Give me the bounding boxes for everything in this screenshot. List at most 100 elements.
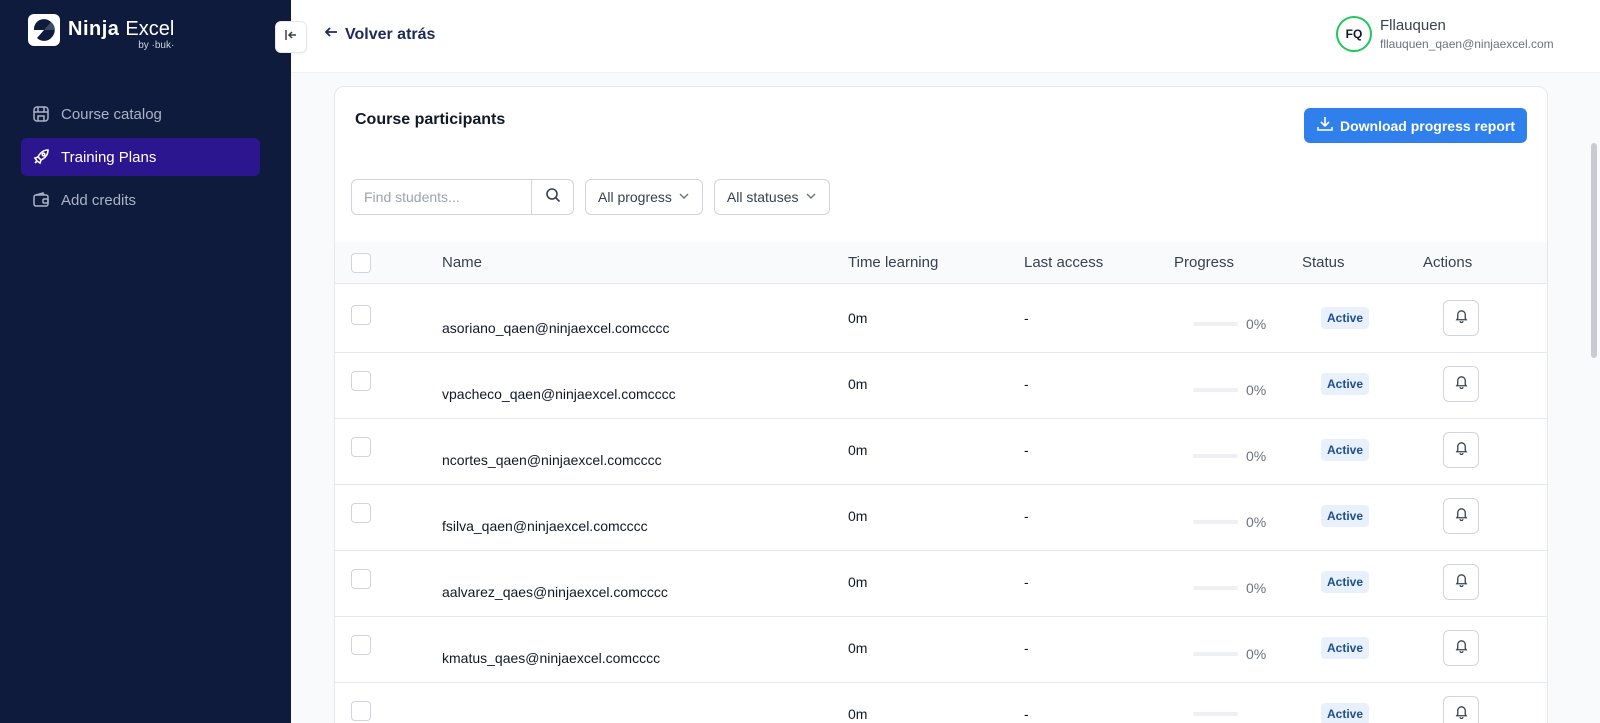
progress-bar <box>1193 712 1238 716</box>
last-access: - <box>1024 508 1029 524</box>
filters-bar: Find students... All progress All status… <box>351 179 830 215</box>
column-status[interactable]: Status <box>1302 254 1345 271</box>
progress-bar <box>1193 388 1238 392</box>
notify-button[interactable] <box>1443 498 1479 534</box>
sidebar-item-label: Add credits <box>61 191 137 209</box>
sidebar-item-add-credits[interactable]: Add credits <box>21 181 260 219</box>
progress-percent: 0% <box>1246 580 1267 596</box>
row-checkbox[interactable] <box>351 503 371 523</box>
bell-icon <box>1454 506 1469 526</box>
last-access: - <box>1024 640 1029 656</box>
table-header: Name Time learning Last access Progress … <box>335 242 1547 284</box>
scrollbar[interactable] <box>1591 143 1597 358</box>
row-checkbox[interactable] <box>351 305 371 325</box>
notify-button[interactable] <box>1443 564 1479 600</box>
progress-indicator: 0% <box>1193 448 1266 464</box>
bell-icon <box>1454 704 1469 723</box>
status-badge: Active <box>1321 505 1370 527</box>
table-row: 0m - Active <box>335 681 1547 723</box>
search-icon <box>545 187 561 208</box>
sidebar-item-course-catalog[interactable]: Course catalog <box>21 95 260 133</box>
progress-indicator: 0% <box>1193 514 1266 530</box>
row-checkbox[interactable] <box>351 437 371 457</box>
store-icon <box>31 104 51 124</box>
status-badge: Active <box>1321 637 1370 659</box>
top-header: Volver atrás FQ Fllauquen fllauquen_qaen… <box>291 0 1600 73</box>
row-checkbox[interactable] <box>351 569 371 589</box>
sidebar-item-training-plans[interactable]: Training Plans <box>21 138 260 176</box>
progress-indicator: 0% <box>1193 382 1266 398</box>
column-progress[interactable]: Progress <box>1174 254 1234 271</box>
time-learning: 0m <box>848 706 868 722</box>
student-email[interactable]: aalvarez_qaes@ninjaexcel.comcccc <box>442 584 668 600</box>
row-checkbox[interactable] <box>351 635 371 655</box>
ninja-logo-icon <box>28 14 60 46</box>
row-checkbox[interactable] <box>351 371 371 391</box>
column-last-access[interactable]: Last access <box>1024 254 1103 271</box>
sidebar-nav: Course catalog Training Plans Add credit… <box>21 95 260 224</box>
time-learning: 0m <box>848 310 868 326</box>
status-badge: Active <box>1321 373 1370 395</box>
student-email[interactable]: ncortes_qaen@ninjaexcel.comcccc <box>442 452 662 468</box>
time-learning: 0m <box>848 508 868 524</box>
progress-indicator <box>1193 712 1246 716</box>
status-filter-select[interactable]: All statuses <box>713 179 830 215</box>
participants-card: Course participants Download progress re… <box>334 86 1548 723</box>
student-email[interactable]: fsilva_qaen@ninjaexcel.comcccc <box>442 518 648 534</box>
bell-icon <box>1454 374 1469 394</box>
progress-percent: 0% <box>1246 514 1267 530</box>
back-link[interactable]: Volver atrás <box>323 24 435 45</box>
notify-button[interactable] <box>1443 696 1479 723</box>
status-badge: Active <box>1321 439 1370 461</box>
collapse-icon <box>284 28 298 47</box>
last-access: - <box>1024 376 1029 392</box>
notify-button[interactable] <box>1443 630 1479 666</box>
status-badge: Active <box>1321 571 1370 593</box>
time-learning: 0m <box>848 376 868 392</box>
student-email[interactable]: vpacheco_qaen@ninjaexcel.comcccc <box>442 386 676 402</box>
student-email[interactable]: kmatus_qaes@ninjaexcel.comcccc <box>442 650 660 666</box>
last-access: - <box>1024 706 1029 722</box>
time-learning: 0m <box>848 640 868 656</box>
notify-button[interactable] <box>1443 366 1479 402</box>
brand-logo[interactable]: Ninja Excel by ·buk· <box>28 14 174 51</box>
sidebar-item-label: Course catalog <box>61 105 162 123</box>
search-input[interactable]: Find students... <box>352 180 531 214</box>
row-checkbox[interactable] <box>351 701 371 721</box>
student-email[interactable]: asoriano_qaen@ninjaexcel.comcccc <box>442 320 669 336</box>
progress-percent: 0% <box>1246 646 1267 662</box>
select-all-checkbox[interactable] <box>351 253 371 273</box>
progress-bar <box>1193 520 1238 524</box>
column-name[interactable]: Name <box>442 254 482 271</box>
table-row: ncortes_qaen@ninjaexcel.comcccc 0m - 0% Acti… <box>335 417 1547 485</box>
user-email: fllauquen_qaen@ninjaexcel.com <box>1380 37 1554 51</box>
table-row: vpacheco_qaen@ninjaexcel.comcccc 0m - 0% Act… <box>335 351 1547 419</box>
bell-icon <box>1454 638 1469 658</box>
user-menu[interactable]: FQ Fllauquen fllauquen_qaen@ninjaexcel.c… <box>1336 16 1554 52</box>
progress-bar <box>1193 322 1238 326</box>
progress-percent: 0% <box>1246 382 1267 398</box>
progress-percent: 0% <box>1246 316 1267 332</box>
avatar: FQ <box>1336 16 1372 52</box>
brand-name-bold: Ninja <box>68 18 120 40</box>
bell-icon <box>1454 308 1469 328</box>
wallet-icon <box>31 190 51 210</box>
progress-indicator: 0% <box>1193 580 1266 596</box>
download-progress-report-button[interactable]: Download progress report <box>1303 108 1527 143</box>
page-title: Course participants <box>355 111 506 128</box>
progress-indicator: 0% <box>1193 646 1266 662</box>
table-row: fsilva_qaen@ninjaexcel.comcccc 0m - 0% Activ… <box>335 483 1547 551</box>
notify-button[interactable] <box>1443 432 1479 468</box>
last-access: - <box>1024 310 1029 326</box>
download-icon <box>1316 115 1334 136</box>
notify-button[interactable] <box>1443 300 1479 336</box>
download-label: Download progress report <box>1339 117 1515 134</box>
search-button[interactable] <box>531 180 573 214</box>
progress-filter-select[interactable]: All progress <box>585 179 703 215</box>
progress-indicator: 0% <box>1193 316 1266 332</box>
bell-icon <box>1454 440 1469 460</box>
progress-percent: 0% <box>1246 448 1267 464</box>
time-learning: 0m <box>848 442 868 458</box>
column-time-learning[interactable]: Time learning <box>848 254 938 271</box>
collapse-sidebar-button[interactable] <box>275 21 307 53</box>
